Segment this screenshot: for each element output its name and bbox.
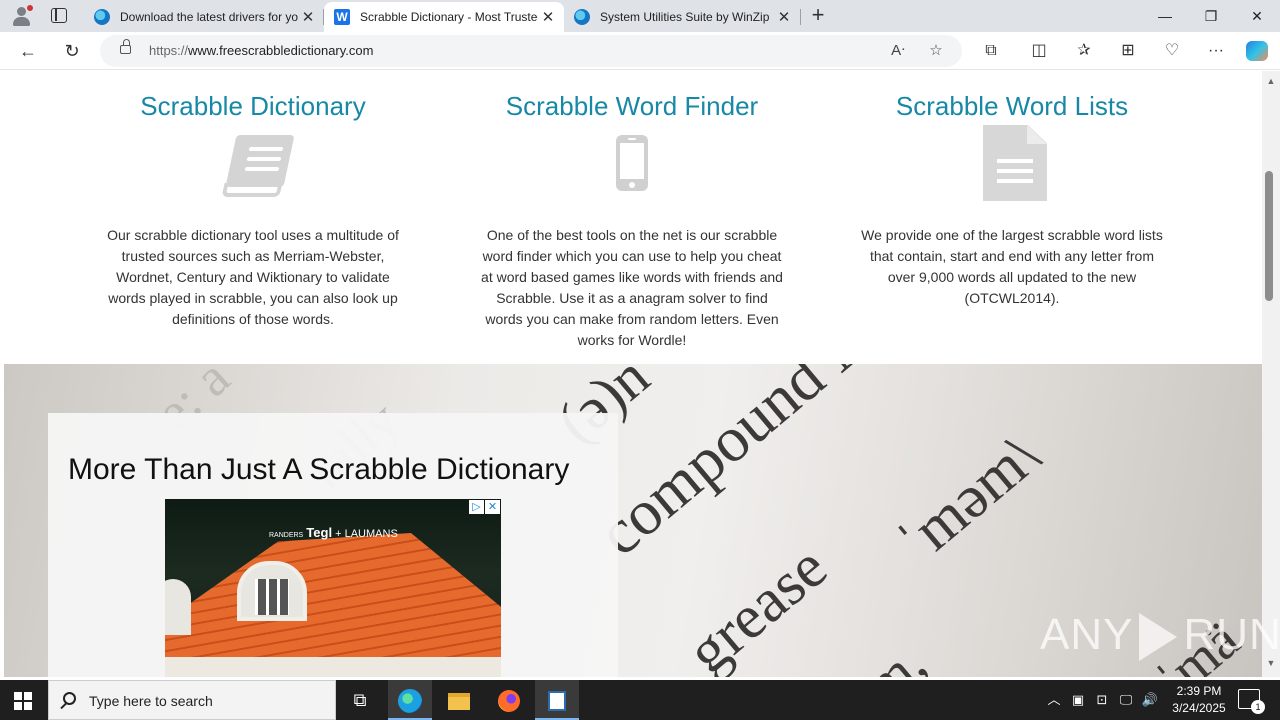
- network-icon[interactable]: 🖵: [1116, 690, 1136, 710]
- hero-title: More Than Just A Scrabble Dictionary: [68, 453, 570, 486]
- feature-heading[interactable]: Scrabble Word Finder: [467, 91, 797, 125]
- ad-brand-small: RANDERS: [269, 532, 304, 539]
- mobile-phone-icon: [616, 135, 648, 191]
- taskbar-clock[interactable]: 2:39 PM 3/24/2025: [1160, 683, 1238, 717]
- tab-scrabble-dictionary[interactable]: W Scrabble Dictionary - Most Trusted ✕: [324, 2, 564, 32]
- network-status-icon[interactable]: ▣: [1068, 690, 1088, 710]
- url-host: www.freescrabbledictionary.com: [188, 43, 374, 58]
- collections-icon[interactable]: ⊞: [1116, 40, 1140, 62]
- tab-title: Scrabble Dictionary - Most Trusted: [360, 10, 538, 24]
- close-tab-icon[interactable]: ✕: [298, 8, 318, 26]
- hero-bg-word: grease: [674, 532, 840, 677]
- clock-date: 3/24/2025: [1172, 701, 1226, 715]
- tab-title: Download the latest drivers for your: [120, 10, 298, 24]
- taskbar-search-box[interactable]: Type here to search: [48, 680, 336, 720]
- hero-bg-word: ˈməm\: [884, 420, 1053, 577]
- page-content: Scrabble Dictionary Our scrabble diction…: [0, 71, 1280, 677]
- watermark-right: RUN: [1183, 610, 1280, 659]
- feature-scrabble-word-lists: Scrabble Word Lists We provide one of th…: [847, 71, 1177, 309]
- browser-toolbar: ← ↻ https://www.freescrabbledictionary.c…: [0, 32, 1280, 70]
- address-bar[interactable]: https://www.freescrabbledictionary.com A…: [100, 35, 962, 67]
- tab-actions-icon[interactable]: [51, 8, 67, 23]
- lock-icon[interactable]: [120, 39, 131, 54]
- app-taskbar-icon[interactable]: [535, 680, 579, 720]
- hero-bg-word: ām,: [834, 631, 938, 677]
- scroll-up-arrow-icon[interactable]: ▲: [1266, 76, 1276, 86]
- ad-brand-main: Tegl: [306, 525, 333, 540]
- feature-scrabble-word-finder: Scrabble Word Finder One of the best too…: [467, 71, 797, 351]
- extensions-icon[interactable]: ⧉: [979, 40, 1003, 62]
- play-logo-icon: [1139, 613, 1178, 662]
- search-placeholder: Type here to search: [89, 693, 213, 709]
- edge-favicon-icon: [94, 9, 110, 25]
- feature-heading[interactable]: Scrabble Dictionary: [88, 91, 418, 125]
- url-text[interactable]: https://www.freescrabbledictionary.com: [149, 43, 373, 58]
- edge-taskbar-icon[interactable]: [388, 680, 432, 720]
- volume-icon[interactable]: 🔊: [1140, 690, 1160, 710]
- feature-heading[interactable]: Scrabble Word Lists: [847, 91, 1177, 125]
- url-scheme: https://: [149, 43, 189, 58]
- back-arrow-icon[interactable]: ←: [16, 39, 40, 63]
- close-window-icon[interactable]: ✕: [1234, 0, 1280, 32]
- clock-time: 2:39 PM: [1176, 684, 1222, 698]
- new-tab-plus-icon[interactable]: +: [808, 4, 828, 26]
- watermark-left: ANY: [1040, 610, 1134, 659]
- ad-brand: RANDERS Tegl + LAUMANS: [269, 525, 398, 540]
- ad-choices[interactable]: ▷ ✕: [468, 500, 500, 514]
- split-screen-icon[interactable]: ◫: [1027, 40, 1051, 62]
- ad-close-icon[interactable]: ✕: [485, 500, 500, 514]
- browser-essentials-icon[interactable]: ♡: [1160, 40, 1184, 62]
- security-icon[interactable]: ⊡: [1092, 690, 1112, 710]
- notification-center-icon[interactable]: 1: [1238, 689, 1265, 714]
- profile-icon[interactable]: [10, 5, 33, 27]
- ad-brand-partner: + LAUMANS: [335, 528, 398, 540]
- adchoices-icon[interactable]: ▷: [469, 500, 484, 514]
- windows-taskbar: Type here to search ⧉ ︿ ▣ ⊡ 🖵 🔊 2:39 PM …: [0, 680, 1280, 720]
- close-tab-icon[interactable]: ✕: [538, 8, 558, 26]
- task-view-icon[interactable]: ⧉: [338, 680, 382, 720]
- tab-winzip[interactable]: System Utilities Suite by WinZip ✕: [564, 2, 800, 32]
- restore-icon[interactable]: ❐: [1188, 0, 1234, 32]
- read-aloud-icon[interactable]: Aᐧ: [888, 41, 908, 61]
- show-hidden-icons-chevron-icon[interactable]: ︿: [1044, 690, 1064, 710]
- favorite-star-icon[interactable]: ☆: [926, 41, 946, 61]
- close-tab-icon[interactable]: ✕: [774, 8, 794, 26]
- tab-separator: [800, 9, 801, 25]
- windows-start-icon[interactable]: [14, 692, 32, 710]
- scroll-thumb[interactable]: [1265, 171, 1273, 301]
- file-explorer-icon[interactable]: [437, 680, 481, 720]
- more-menu-icon[interactable]: ···: [1204, 40, 1228, 62]
- advertisement[interactable]: RANDERS Tegl + LAUMANS ▷ ✕: [165, 499, 501, 677]
- hero-card: More Than Just A Scrabble Dictionary RAN…: [48, 413, 618, 677]
- notification-count-badge: 1: [1251, 700, 1265, 714]
- feature-scrabble-dictionary: Scrabble Dictionary Our scrabble diction…: [88, 71, 418, 330]
- feature-description: We provide one of the largest scrabble w…: [861, 227, 1163, 306]
- copilot-icon[interactable]: [1246, 41, 1268, 61]
- document-icon: [983, 125, 1047, 201]
- tab-strip: Download the latest drivers for your ✕ W…: [0, 0, 1280, 32]
- feature-description: Our scrabble dictionary tool uses a mult…: [107, 227, 399, 327]
- book-icon: [221, 135, 295, 199]
- feature-description: One of the best tools on the net is our …: [481, 227, 783, 348]
- page-scrollbar[interactable]: ▲ ▼: [1262, 71, 1280, 677]
- favorites-icon[interactable]: ✰: [1072, 40, 1096, 62]
- tab-drivers[interactable]: Download the latest drivers for your ✕: [84, 2, 324, 32]
- firefox-icon[interactable]: [487, 680, 531, 720]
- search-icon: [63, 692, 76, 705]
- tab-title: System Utilities Suite by WinZip: [600, 10, 770, 24]
- minimize-icon[interactable]: —: [1142, 0, 1188, 32]
- site-favicon-icon: W: [334, 9, 350, 25]
- refresh-icon[interactable]: ↻: [60, 39, 84, 63]
- edge-favicon-icon: [574, 9, 590, 25]
- anyrun-watermark: ANY RUN: [1040, 610, 1280, 662]
